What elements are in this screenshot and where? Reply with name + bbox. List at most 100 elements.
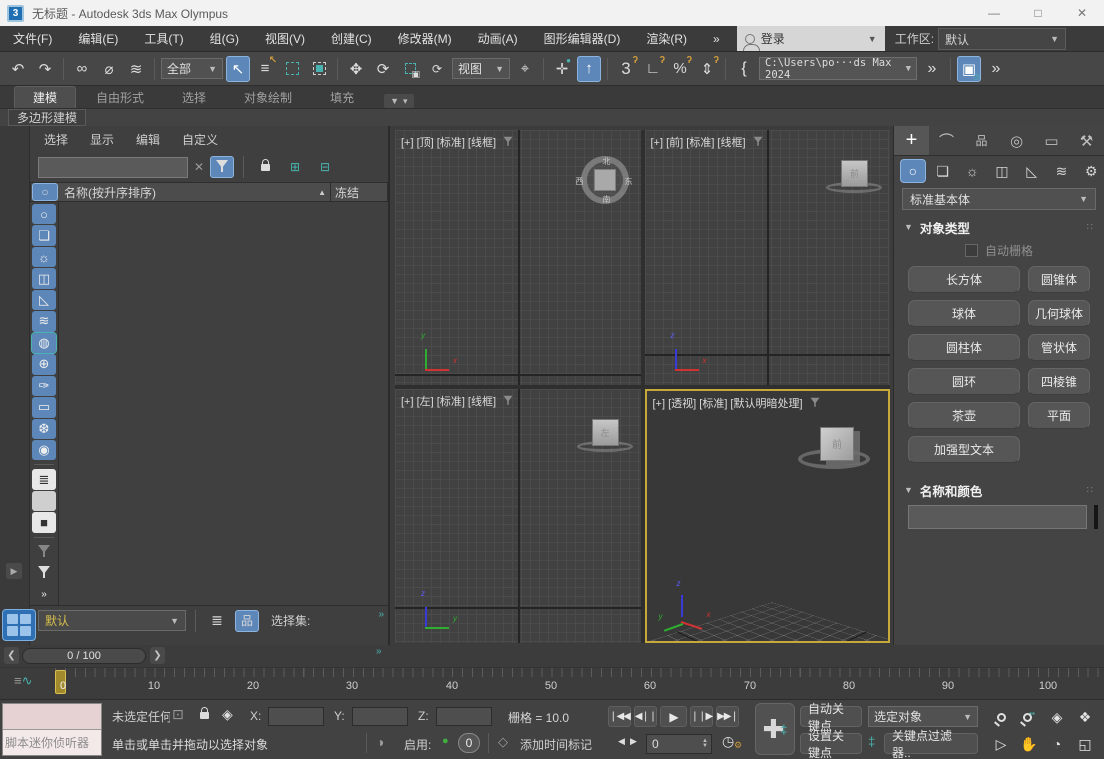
cone-button[interactable]: 圆锥体: [1028, 266, 1090, 293]
absolute-offset-toggle-icon[interactable]: ◈: [222, 706, 233, 723]
next-frame-arrow[interactable]: ▶: [630, 736, 637, 747]
viewport-layout-tabs-button[interactable]: [2, 609, 36, 641]
ribbon-panel-polygon-modeling[interactable]: 多边形建模: [8, 109, 86, 126]
search-filter-button[interactable]: [210, 156, 234, 178]
category-helpers-button[interactable]: ◺: [1019, 159, 1045, 183]
unlink-icon[interactable]: ⌀: [97, 56, 121, 82]
orbit-icon[interactable]: ◔: [1044, 732, 1070, 756]
object-name-input[interactable]: [908, 505, 1087, 529]
named-selection-set-dropdown[interactable]: 默认▼: [38, 610, 186, 631]
cylinder-button[interactable]: 圆柱体: [908, 334, 1020, 361]
object-type-column-icon[interactable]: ○: [32, 183, 58, 201]
explorer-search-input[interactable]: [38, 157, 188, 178]
maximize-button[interactable]: □: [1016, 0, 1060, 26]
box-button[interactable]: 长方体: [908, 266, 1020, 293]
category-spacewarps-button[interactable]: ≋: [1049, 159, 1075, 183]
explorer-menu-display[interactable]: 显示: [90, 131, 114, 148]
toggle-spacewarps-icon[interactable]: ≋: [32, 311, 56, 331]
add-time-tag[interactable]: 添加时间标记: [520, 736, 592, 753]
toggle-cameras-icon[interactable]: ◫: [32, 268, 56, 288]
sign-in-dropdown[interactable]: 登录 ▼: [737, 26, 885, 51]
per-view-filter-icon[interactable]: [753, 137, 762, 148]
select-manipulate-button[interactable]: ✛●: [550, 56, 574, 82]
prev-frame-arrow[interactable]: ❮: [4, 647, 19, 664]
previous-frame-button[interactable]: ◀❘❘: [634, 706, 657, 727]
tab-motion[interactable]: ◎: [999, 126, 1034, 155]
layer-view-icon[interactable]: ≣: [205, 610, 229, 632]
category-lights-button[interactable]: ☼: [959, 159, 985, 183]
use-pivot-center-button[interactable]: ⌖: [513, 56, 537, 82]
ribbon-tab-modeling[interactable]: 建模: [14, 86, 76, 108]
minimize-button[interactable]: —: [972, 0, 1016, 26]
blank-swatch-icon[interactable]: [32, 491, 56, 511]
toggle-hidden-icon[interactable]: ◉: [32, 440, 56, 460]
workspace-dropdown[interactable]: 默认 ▼: [938, 28, 1066, 50]
z-coordinate-input[interactable]: [436, 707, 492, 726]
primitive-category-dropdown[interactable]: 标准基本体▼: [902, 188, 1096, 210]
explorer-menu-edit[interactable]: 编辑: [136, 131, 160, 148]
menu-modifiers[interactable]: 修改器(M): [385, 26, 465, 51]
next-frame-arrow[interactable]: ❯: [150, 647, 165, 664]
toggle-helpers-icon[interactable]: ◺: [32, 290, 56, 310]
toggle-frozen-icon[interactable]: ❆: [32, 419, 56, 439]
tab-utilities[interactable]: ⚒: [1069, 126, 1104, 155]
safe-scene-shield-icon[interactable]: ◑: [376, 734, 384, 750]
viewport-perspective-active[interactable]: [+] [透视] [标准] [默认明暗处理] 前 z x y: [645, 389, 891, 644]
spinner-arrows-icon[interactable]: ▲▼: [702, 739, 711, 749]
rollout-name-color[interactable]: ▼ 名称和颜色 ∷: [900, 479, 1098, 501]
keyboard-override-button[interactable]: ↑: [577, 56, 601, 82]
plane-button[interactable]: 平面: [1028, 402, 1090, 429]
scene-object-list[interactable]: [58, 202, 388, 605]
reference-coordinate-dropdown[interactable]: 视图▼: [452, 58, 510, 79]
explorer-overflow-icon[interactable]: »: [378, 609, 388, 620]
category-geometry-button[interactable]: ○: [900, 159, 926, 183]
project-folder-dropdown[interactable]: C:\Users\po···ds Max 2024▼: [759, 57, 917, 80]
autogrid-checkbox[interactable]: [965, 244, 978, 257]
name-column-header[interactable]: 名称(按升序排序): [58, 184, 156, 201]
selection-set-key-dropdown[interactable]: 选定对象▼: [868, 706, 978, 727]
tab-modify[interactable]: ⌒: [929, 126, 964, 155]
previous-frame-arrow[interactable]: ◀: [618, 736, 625, 747]
notes-column-icon[interactable]: ■: [32, 512, 56, 532]
close-button[interactable]: ✕: [1060, 0, 1104, 26]
torus-button[interactable]: 圆环: [908, 368, 1020, 395]
maximize-viewport-toggle-icon[interactable]: ◱: [1072, 732, 1098, 756]
menu-tools[interactable]: 工具(T): [131, 26, 196, 51]
zoom-all-icon[interactable]: ▪▪: [1016, 705, 1042, 729]
tab-hierarchy[interactable]: 品: [964, 126, 999, 155]
key-filters-button[interactable]: 关键点过滤器..: [884, 733, 978, 754]
menu-views[interactable]: 视图(V): [252, 26, 318, 51]
named-selection-sets-button[interactable]: {: [732, 56, 756, 82]
isolate-selection-icon[interactable]: ⊡: [172, 706, 184, 723]
category-cameras-button[interactable]: ◫: [989, 159, 1015, 183]
per-view-filter-icon[interactable]: [504, 395, 513, 406]
menu-animation[interactable]: 动画(A): [465, 26, 531, 51]
clear-search-icon[interactable]: ✕: [194, 160, 204, 174]
textplus-button[interactable]: 加强型文本: [908, 436, 1020, 463]
viewport-left[interactable]: [+] [左] [标准] [线框] 左 z y: [395, 389, 641, 644]
ribbon-tab-populate[interactable]: 填充: [312, 87, 372, 108]
select-rotate-button[interactable]: ⟳: [371, 56, 395, 82]
mini-curve-editor-button[interactable]: ≡∿: [14, 673, 33, 689]
menu-group[interactable]: 组(G): [197, 26, 252, 51]
keying-mode-icon[interactable]: ‡: [868, 734, 875, 749]
zoom-extents-all-icon[interactable]: ❖: [1072, 705, 1098, 729]
save-file-button[interactable]: ▣◷: [957, 56, 981, 82]
ribbon-tab-selection[interactable]: 选择: [164, 87, 224, 108]
ribbon-tab-freeform[interactable]: 自由形式: [78, 87, 162, 108]
per-view-filter-icon[interactable]: [810, 397, 819, 408]
bind-spacewarp-icon[interactable]: ≋: [124, 56, 148, 82]
snap-3d-button[interactable]: 3ʔ: [614, 56, 638, 82]
zoom-icon[interactable]: [988, 705, 1014, 729]
sphere-button[interactable]: 球体: [908, 300, 1020, 327]
set-key-button[interactable]: ✚‡: [755, 703, 795, 755]
collapse-hierarchy-button[interactable]: ⊟: [313, 156, 337, 178]
go-to-start-button[interactable]: ❘◀◀: [608, 706, 631, 727]
viewport-top[interactable]: [+] [顶] [标准] [线框] 北 东 南 西 y x: [395, 130, 641, 385]
tab-create[interactable]: +: [894, 126, 929, 155]
selection-lock-icon[interactable]: [200, 708, 209, 722]
object-color-swatch[interactable]: [1094, 505, 1098, 529]
ribbon-tab-object-paint[interactable]: 对象绘制: [226, 87, 310, 108]
per-view-filter-icon[interactable]: [504, 137, 513, 148]
rect-selection-region-button[interactable]: [280, 56, 304, 82]
